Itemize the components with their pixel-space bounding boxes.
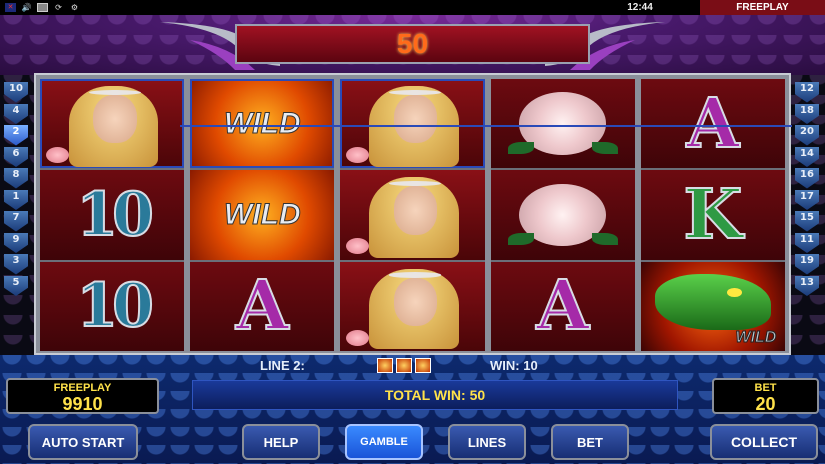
fullscreen-icon[interactable] [37,3,48,12]
mode-label: FREEPLAY [700,0,825,15]
line-indicator: 4 [4,103,28,124]
win-info-bar: LINE 2: WIN: 10 [190,357,635,375]
sound-icon[interactable]: 🔊 [21,3,32,12]
dragon-wild-text: WILD [735,329,777,347]
bet-button[interactable]: BET [551,424,629,460]
line-indicator: 1 [4,189,28,210]
princess-mini-icon [415,358,431,373]
line-indicator: 5 [4,275,28,296]
princess-mini-icon [377,358,393,373]
symbol-text: K [682,174,743,256]
line-indicators-left: 10 4 2 6 8 1 7 9 3 5 [4,82,30,296]
credit-label: FREEPLAY [53,382,112,394]
line-indicator: 9 [4,232,28,253]
letter-symbol-10: 10 [40,170,185,260]
credit-value: 9910 [62,394,103,414]
princess-symbol [40,79,185,169]
princess-symbol [340,79,485,169]
clock: 12:44 [627,2,653,13]
letter-symbol-a: A [640,79,785,169]
line-label: LINE 2: [260,358,305,373]
line-indicator: 6 [4,146,28,167]
letter-symbol-k: K [640,170,785,260]
payline-2 [180,125,792,127]
collect-button[interactable]: COLLECT [710,424,818,460]
line-indicator: 18 [795,103,819,124]
line-indicator: 2 [4,125,28,146]
symbol-text: A [235,265,290,347]
symbol-text: 10 [75,179,154,251]
lines-button[interactable]: LINES [448,424,526,460]
line-indicator: 20 [795,125,819,146]
symbol-text: A [535,265,590,347]
reel-5: A K WILD [640,79,785,351]
line-indicator: 15 [795,211,819,232]
reel-3 [340,79,485,351]
line-indicator: 11 [795,232,819,253]
total-win-display: TOTAL WIN: 50 [192,380,678,410]
win-symbols [377,358,431,373]
refresh-icon[interactable]: ⟳ [53,3,64,12]
reels: 10 10 WILD WILD A A A K WILD [40,79,785,351]
letter-symbol-a: A [490,261,635,351]
princess-symbol [340,170,485,260]
wild-text: WILD [223,197,301,231]
line-indicator: 7 [4,211,28,232]
line-indicator: 10 [4,82,28,103]
line-indicator: 12 [795,82,819,103]
princess-mini-icon [396,358,412,373]
bet-value: 20 [755,394,776,414]
uk-flag-icon[interactable]: ✕ [5,3,16,12]
line-indicator: 8 [4,168,28,189]
line-indicator: 13 [795,275,819,296]
bet-display: BET 20 [712,378,819,414]
bet-label: BET [754,382,777,394]
symbol-text: 10 [75,270,154,342]
credit-display: FREEPLAY 9910 [6,378,159,414]
line-indicators-right: 12 18 20 14 16 17 15 11 19 13 [795,82,821,296]
line-indicator: 14 [795,146,819,167]
autostart-button[interactable]: AUTO START [28,424,138,460]
princess-symbol [340,261,485,351]
wild-text: WILD [223,106,301,140]
line-indicator: 16 [795,168,819,189]
rose-symbol [490,79,635,169]
rose-symbol [490,170,635,260]
symbol-text: A [686,83,741,165]
letter-symbol-10: 10 [40,261,185,351]
letter-symbol-a: A [190,261,335,351]
reel-2: WILD WILD A [190,79,335,351]
line-win-label: WIN: 10 [490,358,538,373]
wild-symbol: WILD [190,170,335,260]
line-indicator: 17 [795,189,819,210]
line-indicator: 3 [4,254,28,275]
system-status-bar: ✕ 🔊 ⟳ ⚙ 12:44 FREEPLAY [0,0,825,15]
gamble-button[interactable]: GAMBLE [345,424,423,460]
reel-1: 10 10 [40,79,185,351]
help-button[interactable]: HELP [242,424,320,460]
line-indicator: 19 [795,254,819,275]
settings-icon[interactable]: ⚙ [69,3,80,12]
dragon-wild-symbol: WILD [640,261,785,351]
win-amount: 50 [396,28,429,59]
wild-symbol: WILD [190,79,335,169]
win-banner: 50 [235,24,590,64]
reel-4: A [490,79,635,351]
